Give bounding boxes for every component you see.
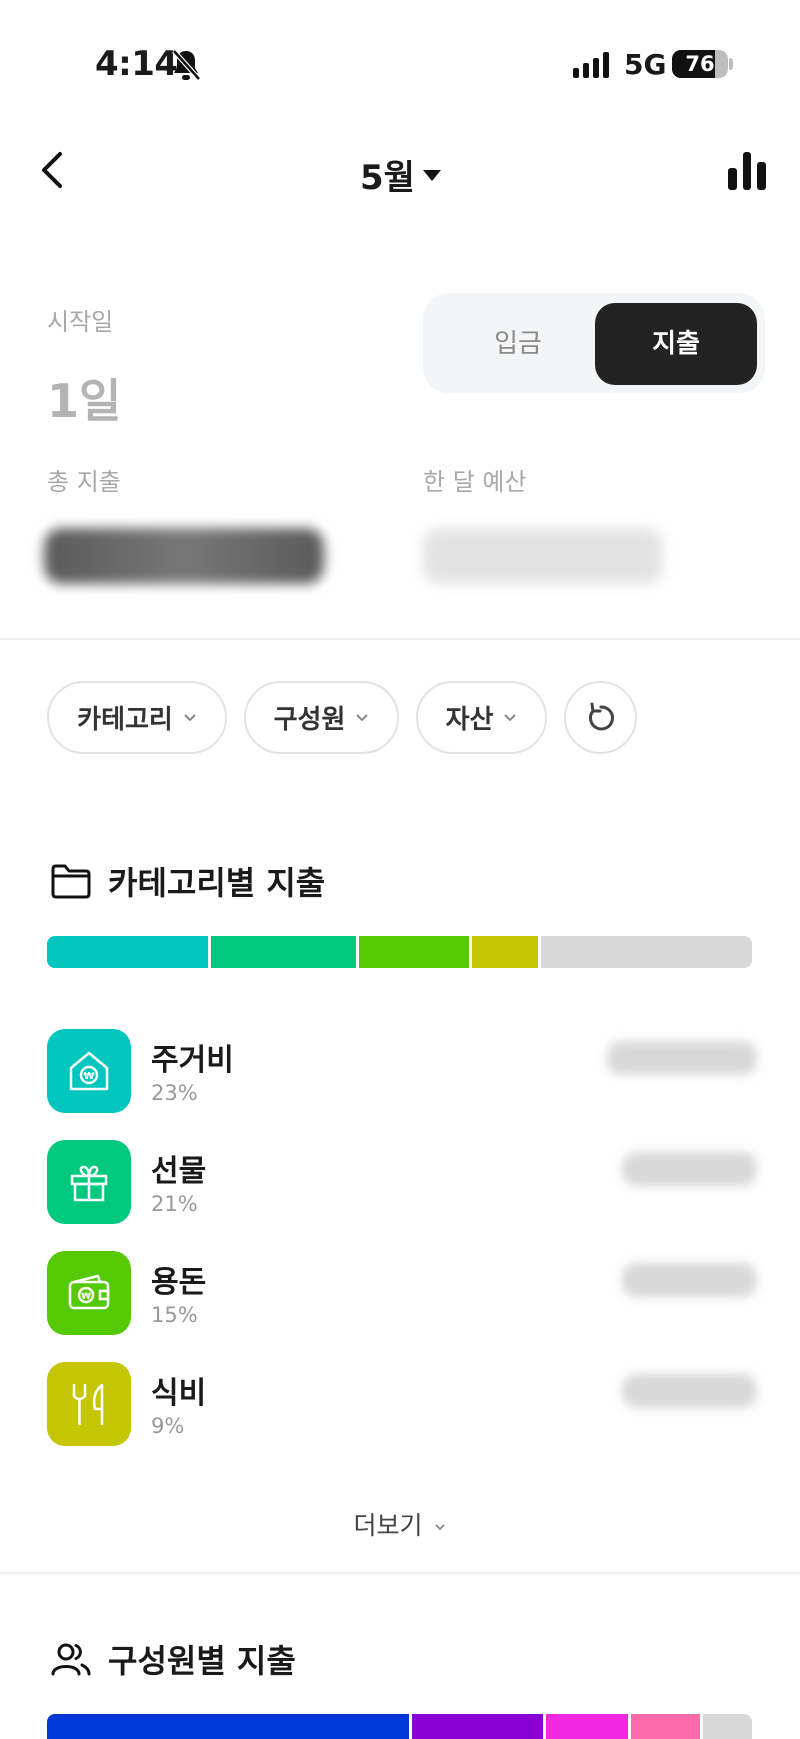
- bar-chart-icon[interactable]: [728, 150, 767, 190]
- category-amount-blurred: [622, 1263, 757, 1297]
- member-bar-segment: [412, 1714, 543, 1739]
- category-row[interactable]: ₩ 주거비 23%: [47, 1029, 757, 1113]
- category-name: 선물: [151, 1154, 207, 1189]
- category-amount-blurred: [622, 1152, 757, 1186]
- chevron-down-icon: [435, 1524, 446, 1531]
- battery-tip: [729, 58, 733, 70]
- monthly-budget-label: 한 달 예산: [423, 468, 527, 496]
- member-distribution-bar: [47, 1714, 752, 1739]
- member-section-title-text: 구성원별 지출: [108, 1642, 296, 1680]
- chevron-down-icon: [356, 713, 369, 721]
- battery-level: 76: [685, 52, 715, 76]
- network-type: 5G: [624, 48, 667, 81]
- filter-asset-label: 자산: [445, 705, 494, 735]
- member-bar-segment: [631, 1714, 700, 1739]
- start-day-label: 시작일: [47, 308, 114, 336]
- category-name: 용돈: [151, 1265, 207, 1300]
- toggle-expense[interactable]: 지출: [595, 303, 757, 385]
- category-bar-segment: [541, 936, 752, 968]
- back-arrow-icon[interactable]: [38, 150, 68, 190]
- total-expense-amount-blurred: [44, 528, 324, 584]
- category-name: 주거비: [151, 1043, 234, 1078]
- chevron-down-icon: [184, 713, 196, 721]
- category-percent: 9%: [151, 1414, 185, 1438]
- category-percent: 15%: [151, 1303, 198, 1327]
- category-row[interactable]: 선물 21%: [47, 1140, 757, 1224]
- fork-knife-icon: [47, 1362, 131, 1446]
- category-name: 식비: [151, 1376, 207, 1411]
- house-won-icon: ₩: [47, 1029, 131, 1113]
- category-bar-segment: [359, 936, 469, 968]
- filter-member-label: 구성원: [273, 705, 346, 735]
- category-row[interactable]: ₩ 용돈 15%: [47, 1251, 757, 1335]
- category-amount-blurred: [607, 1041, 757, 1075]
- month-label: 5월: [360, 158, 415, 198]
- month-selector[interactable]: 5월: [360, 150, 441, 199]
- member-bar-segment: [546, 1714, 628, 1739]
- category-row[interactable]: 식비 9%: [47, 1362, 757, 1446]
- divider: [0, 1572, 800, 1574]
- category-section-title-text: 카테고리별 지출: [108, 864, 326, 902]
- chevron-down-icon: [504, 713, 517, 721]
- filter-member-chip[interactable]: 구성원: [244, 681, 399, 754]
- toggle-income[interactable]: 입금: [437, 303, 599, 385]
- users-icon: [51, 1643, 91, 1676]
- gift-icon: [47, 1140, 131, 1224]
- category-bar-segment: [211, 936, 356, 968]
- member-section-title: 구성원별 지출: [50, 1636, 296, 1682]
- screen: 4:14 5G 76 5월 시작일 1일 입금 지출 총 지출 한 달 예산 카: [0, 0, 800, 1739]
- filter-category-label: 카테고리: [77, 705, 173, 735]
- status-time: 4:14: [95, 44, 178, 84]
- signal-icon: [573, 52, 609, 78]
- monthly-budget-amount-blurred: [423, 528, 663, 584]
- category-percent: 23%: [151, 1081, 198, 1105]
- category-section-title: 카테고리별 지출: [50, 858, 325, 904]
- category-amount-blurred: [622, 1374, 757, 1408]
- total-expense-label: 총 지출: [47, 468, 121, 496]
- svg-text:₩: ₩: [83, 1071, 94, 1082]
- svg-text:₩: ₩: [81, 1292, 91, 1302]
- wallet-won-icon: ₩: [47, 1251, 131, 1335]
- start-day-value[interactable]: 1일: [47, 365, 121, 431]
- filter-asset-chip[interactable]: 자산: [416, 681, 547, 754]
- battery-icon: 76: [672, 50, 728, 78]
- more-label: 더보기: [353, 1511, 423, 1540]
- folder-icon: [51, 864, 91, 899]
- silent-bell-icon: [172, 49, 201, 81]
- income-expense-toggle: 입금 지출: [423, 293, 765, 393]
- divider: [0, 638, 800, 640]
- member-bar-segment: [703, 1714, 752, 1739]
- category-bar-segment: [472, 936, 538, 968]
- filter-reset-button[interactable]: [564, 681, 637, 754]
- filter-category-chip[interactable]: 카테고리: [47, 681, 227, 754]
- category-distribution-bar: [47, 936, 752, 968]
- more-button[interactable]: 더보기: [0, 1506, 800, 1542]
- refresh-icon: [588, 702, 614, 730]
- caret-down-icon: [422, 169, 441, 181]
- category-bar-segment: [47, 936, 208, 968]
- category-percent: 21%: [151, 1192, 198, 1216]
- member-bar-segment: [47, 1714, 409, 1739]
